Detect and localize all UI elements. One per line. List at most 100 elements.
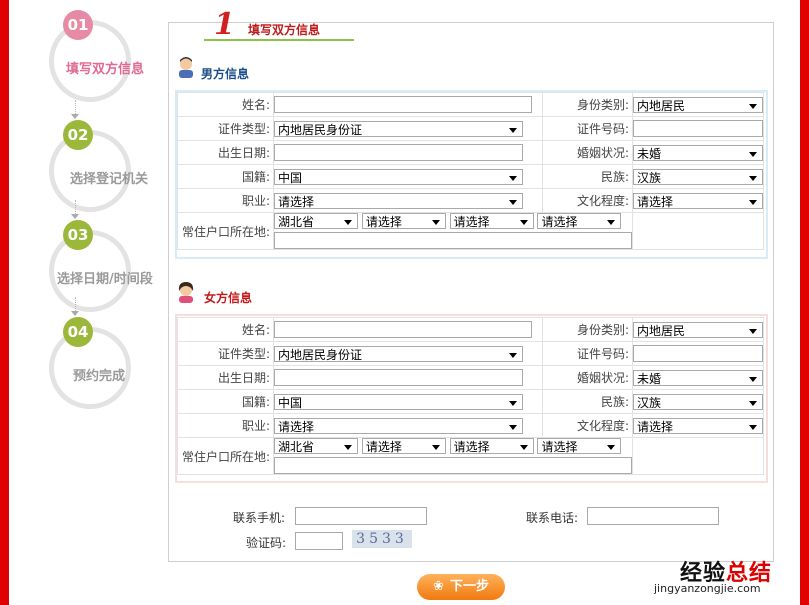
step-arrow (71, 200, 86, 219)
ethnic-label: 民族: (541, 164, 634, 189)
ethnic-cell: 汉族 (632, 389, 764, 414)
male-city-select[interactable]: 请选择 (361, 213, 446, 229)
marital-label: 婚姻状况: (541, 140, 634, 165)
idno-cell (632, 341, 764, 366)
male-avatar-icon (179, 57, 193, 78)
captcha-input[interactable] (295, 532, 343, 550)
male-province-select[interactable]: 湖北省 (274, 213, 358, 229)
phone-label: 联系电话: (526, 511, 579, 525)
next-step-label: 下一步 (449, 579, 489, 594)
male-nation-select[interactable]: 中国 (274, 168, 523, 185)
form-row: 职业: 请选择 文化程度: 请选择 (177, 188, 764, 213)
male-idno-input[interactable] (633, 120, 763, 137)
identity-label: 身份类别: (541, 317, 634, 342)
tab-number: 1 (214, 7, 235, 42)
male-street-select[interactable]: 请选择 (537, 213, 622, 229)
idno-cell (632, 116, 764, 141)
female-idtype-select[interactable]: 内地居民身份证 (274, 345, 523, 362)
female-street-select[interactable]: 请选择 (537, 438, 622, 454)
birth-label: 出生日期: (177, 140, 274, 165)
name-cell (273, 92, 543, 117)
male-hukou-address-input[interactable] (274, 232, 632, 249)
marital-cell: 未婚 (632, 365, 764, 390)
name-label: 姓名: (177, 92, 274, 117)
nation-cell: 中国 (273, 389, 543, 414)
female-hukou-address-input[interactable] (274, 457, 632, 474)
male-name-input[interactable] (274, 96, 532, 113)
tab-title: 填写双方信息 (248, 23, 321, 37)
form-row: 常住户口所在地: 湖北省 请选择 请选择 请选择 (177, 212, 764, 250)
nation-label: 国籍: (177, 164, 274, 189)
idno-label: 证件号码: (541, 116, 634, 141)
female-job-select[interactable]: 请选择 (274, 417, 523, 434)
nation-cell: 中国 (273, 164, 543, 189)
male-birth-input[interactable] (274, 144, 523, 161)
form-row: 职业: 请选择 文化程度: 请选择 (177, 413, 764, 438)
phone-input[interactable] (587, 507, 719, 525)
watermark-url: jingyanzongjie.com (654, 582, 761, 595)
edu-cell: 请选择 (632, 188, 764, 213)
female-ethnic-select[interactable]: 汉族 (633, 393, 763, 410)
female-form: 姓名: 身份类别: 内地居民 证件类型: 内地居民身份证 证件号码: 出生日期:… (177, 317, 764, 475)
mobile-label: 联系手机: (233, 511, 286, 525)
form-row: 国籍: 中国 民族: 汉族 (177, 164, 764, 189)
female-birth-input[interactable] (274, 369, 523, 386)
female-name-input[interactable] (274, 321, 532, 338)
male-marital-select[interactable]: 未婚 (633, 144, 763, 161)
hukou-cell: 湖北省 请选择 请选择 请选择 (273, 212, 633, 250)
step-arrow (71, 100, 86, 119)
identity-cell: 内地居民 (632, 92, 764, 117)
male-idtype-select[interactable]: 内地居民身份证 (274, 120, 523, 137)
form-row: 证件类型: 内地居民身份证 证件号码: (177, 341, 764, 366)
marital-label: 婚姻状况: (541, 365, 634, 390)
female-section-title: 女方信息 (204, 291, 253, 305)
male-form: 姓名: 身份类别: 内地居民 证件类型: 内地居民身份证 证件号码: 出生日期:… (177, 92, 764, 250)
female-city-select[interactable]: 请选择 (361, 438, 446, 454)
birth-cell (273, 365, 543, 390)
male-district-select[interactable]: 请选择 (449, 213, 534, 229)
hukou-label: 常住户口所在地: (177, 437, 274, 475)
male-edu-select[interactable]: 请选择 (633, 192, 763, 209)
edu-cell: 请选择 (632, 413, 764, 438)
birth-cell (273, 140, 543, 165)
birth-label: 出生日期: (177, 365, 274, 390)
edu-label: 文化程度: (541, 413, 634, 438)
marital-cell: 未婚 (632, 140, 764, 165)
job-cell: 请选择 (273, 413, 543, 438)
female-marital-select[interactable]: 未婚 (633, 369, 763, 386)
female-nation-select[interactable]: 中国 (274, 393, 523, 410)
mobile-input[interactable] (295, 507, 427, 525)
form-row: 常住户口所在地: 湖北省 请选择 请选择 请选择 (177, 437, 764, 475)
female-idno-input[interactable] (633, 345, 763, 362)
hukou-empty-cell (632, 437, 764, 475)
male-job-select[interactable]: 请选择 (274, 192, 523, 209)
form-row: 出生日期: 婚姻状况: 未婚 (177, 140, 764, 165)
name-cell (273, 317, 543, 342)
male-identity-select[interactable]: 内地居民 (633, 96, 763, 113)
male-ethnic-select[interactable]: 汉族 (633, 168, 763, 185)
job-label: 职业: (177, 188, 274, 213)
next-step-button[interactable]: ❀ 下一步 (417, 574, 505, 600)
female-district-select[interactable]: 请选择 (449, 438, 534, 454)
form-row: 姓名: 身份类别: 内地居民 (177, 92, 764, 117)
idtype-label: 证件类型: (177, 341, 274, 366)
step-number: 02 (63, 120, 93, 150)
hukou-label: 常住户口所在地: (177, 212, 274, 250)
male-section-title: 男方信息 (201, 67, 250, 81)
section-tab: 1 填写双方信息 (204, 7, 354, 42)
right-red-border (800, 0, 809, 605)
form-row: 姓名: 身份类别: 内地居民 (177, 317, 764, 342)
ethnic-label: 民族: (541, 389, 634, 414)
captcha-image[interactable]: 3533 (352, 530, 412, 548)
step-arrow (71, 297, 86, 316)
step-number: 03 (63, 220, 93, 250)
job-label: 职业: (177, 413, 274, 438)
nation-label: 国籍: (177, 389, 274, 414)
tab-underline (204, 39, 354, 41)
idtype-cell: 内地居民身份证 (273, 116, 543, 141)
flower-icon: ❀ (433, 579, 444, 594)
female-province-select[interactable]: 湖北省 (274, 438, 358, 454)
female-identity-select[interactable]: 内地居民 (633, 321, 763, 338)
left-red-border (0, 0, 9, 605)
female-edu-select[interactable]: 请选择 (633, 417, 763, 434)
